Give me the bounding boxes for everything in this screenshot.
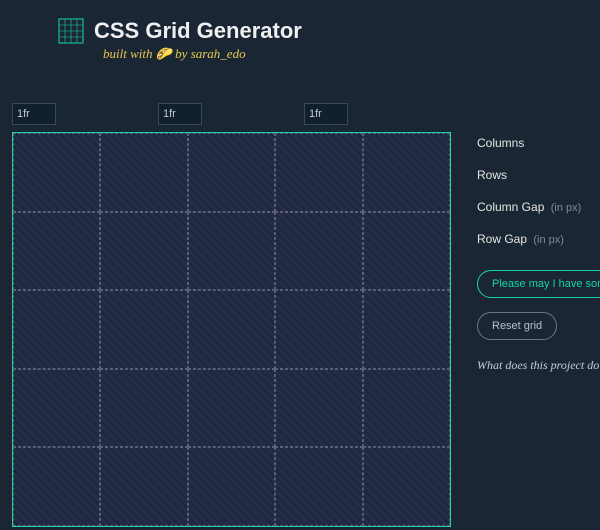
get-code-button[interactable]: Please may I have some code xyxy=(477,270,600,298)
rows-row: Rows xyxy=(477,164,600,186)
grid-cell[interactable] xyxy=(188,133,275,212)
grid-cell[interactable] xyxy=(100,212,187,291)
reset-grid-button[interactable]: Reset grid xyxy=(477,312,557,340)
rows-label: Rows xyxy=(477,168,507,182)
grid-cell[interactable] xyxy=(13,290,100,369)
columns-label: Columns xyxy=(477,136,524,150)
grid-cell[interactable] xyxy=(363,290,450,369)
grid-cell[interactable] xyxy=(100,290,187,369)
column-track-input-3[interactable] xyxy=(304,103,348,125)
grid-cell[interactable] xyxy=(188,212,275,291)
grid-cell[interactable] xyxy=(363,212,450,291)
grid-cell[interactable] xyxy=(188,447,275,526)
column-gap-row: Column Gap (in px) xyxy=(477,196,600,218)
grid-cell[interactable] xyxy=(13,212,100,291)
grid-cell[interactable] xyxy=(188,290,275,369)
subtitle-prefix: built with xyxy=(103,46,156,61)
grid-inner xyxy=(13,133,450,526)
subtitle: built with 🌮 by sarah_edo xyxy=(0,46,600,62)
row-gap-label: Row Gap xyxy=(477,232,527,246)
grid-cell[interactable] xyxy=(363,133,450,212)
grid-logo-icon xyxy=(58,18,84,44)
row-gap-label-wrap: Row Gap (in px) xyxy=(477,232,564,246)
column-track-input-2[interactable] xyxy=(158,103,202,125)
grid-cell[interactable] xyxy=(363,369,450,448)
grid-cell[interactable] xyxy=(275,212,362,291)
taco-icon: 🌮 xyxy=(156,46,172,61)
grid-cell[interactable] xyxy=(275,369,362,448)
grid-cell[interactable] xyxy=(100,133,187,212)
header: CSS Grid Generator xyxy=(0,0,600,48)
grid-canvas[interactable] xyxy=(12,132,451,527)
grid-cell[interactable] xyxy=(275,447,362,526)
subtitle-suffix: by sarah_edo xyxy=(172,46,246,61)
column-gap-hint: (in px) xyxy=(551,202,582,214)
page-title: CSS Grid Generator xyxy=(94,18,302,44)
columns-row: Columns xyxy=(477,132,600,154)
grid-cell[interactable] xyxy=(363,447,450,526)
grid-cell[interactable] xyxy=(13,133,100,212)
row-gap-row: Row Gap (in px) xyxy=(477,228,600,250)
grid-cell[interactable] xyxy=(275,290,362,369)
grid-cell[interactable] xyxy=(13,369,100,448)
grid-cell[interactable] xyxy=(275,133,362,212)
column-track-labels xyxy=(12,103,348,125)
grid-cell[interactable] xyxy=(100,447,187,526)
grid-cell[interactable] xyxy=(13,447,100,526)
grid-cell[interactable] xyxy=(188,369,275,448)
help-link[interactable]: What does this project do? xyxy=(477,358,600,373)
grid-cell[interactable] xyxy=(100,369,187,448)
column-gap-label-wrap: Column Gap (in px) xyxy=(477,200,581,214)
controls-panel: Columns Rows Column Gap (in px) Row Gap … xyxy=(477,132,600,373)
row-gap-hint: (in px) xyxy=(533,234,564,246)
column-gap-label: Column Gap xyxy=(477,200,544,214)
column-track-input-1[interactable] xyxy=(12,103,56,125)
